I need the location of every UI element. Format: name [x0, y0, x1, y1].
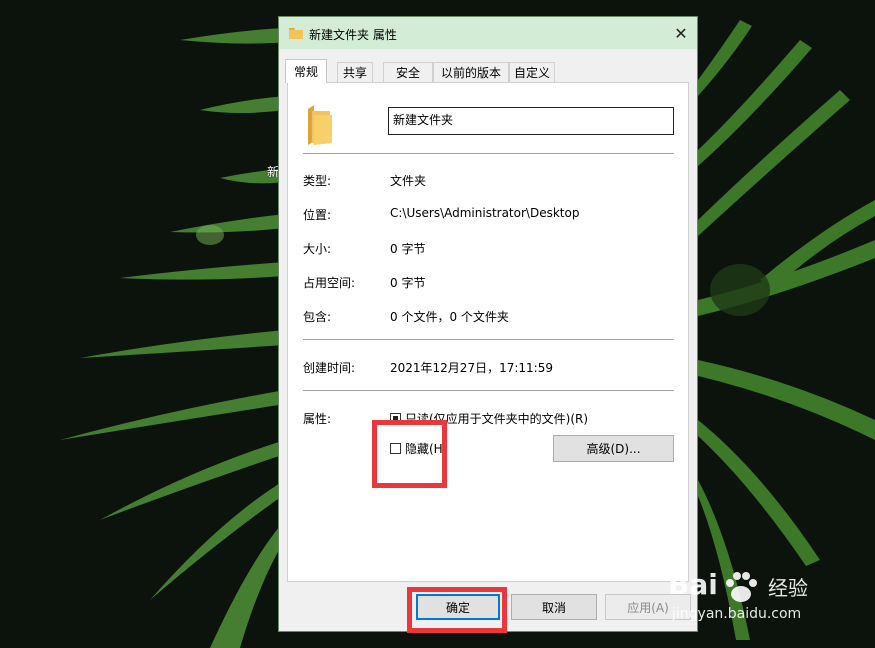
cancel-button[interactable]: 取消 [511, 594, 597, 620]
watermark-url: jingyan.baidu.com [672, 606, 802, 622]
type-value: 文件夹 [390, 174, 427, 188]
location-value: C:\Users\Administrator\Desktop [390, 206, 580, 220]
tab-security[interactable]: 安全 [383, 62, 433, 82]
divider [303, 153, 674, 154]
folder-name-input[interactable]: 新建文件夹 [388, 107, 674, 135]
properties-dialog: 新建文件夹 属性 ✕ 常规 共享 安全 以前的版本 自定义 新建文件夹 类型: … [278, 16, 698, 632]
tab-general[interactable]: 常规 [285, 59, 327, 83]
close-button[interactable]: ✕ [665, 17, 697, 49]
advanced-button[interactable]: 高级(D)... [553, 435, 674, 462]
baidu-watermark: Bai 经验 jingyan.baidu.com [668, 568, 868, 628]
folder-large-icon [308, 105, 332, 145]
created-value: 2021年12月27日，17:11:59 [390, 361, 553, 375]
created-label: 创建时间: [303, 361, 356, 375]
apply-button-label: 应用(A) [627, 600, 669, 615]
contains-label: 包含: [303, 310, 332, 324]
tab-sharing[interactable]: 共享 [337, 62, 373, 82]
size-value: 0 字节 [390, 242, 426, 256]
close-icon: ✕ [674, 23, 688, 43]
divider [303, 390, 674, 391]
folder-icon [289, 28, 303, 39]
cancel-button-label: 取消 [541, 600, 566, 615]
watermark-brand: Bai [668, 568, 718, 601]
attributes-label: 属性: [303, 412, 332, 426]
tab-label: 共享 [342, 66, 367, 80]
title-bar[interactable]: 新建文件夹 属性 ✕ [279, 17, 697, 49]
tab-label: 常规 [293, 65, 318, 79]
paw-icon [726, 572, 757, 602]
general-panel: 新建文件夹 类型: 文件夹 位置: C:\Users\Administrator… [287, 82, 689, 582]
contains-value: 0 个文件，0 个文件夹 [390, 310, 509, 324]
size-label: 大小: [303, 242, 332, 256]
size-on-disk-label: 占用空间: [303, 276, 356, 290]
advanced-button-label: 高级(D)... [586, 442, 641, 456]
highlight-box-hidden [372, 420, 447, 488]
location-label: 位置: [303, 208, 332, 222]
highlight-box-ok [407, 587, 507, 633]
window-title: 新建文件夹 属性 [309, 28, 397, 42]
tab-previous-versions[interactable]: 以前的版本 [433, 62, 509, 82]
type-label: 类型: [303, 174, 332, 188]
divider [303, 339, 674, 340]
size-on-disk-value: 0 字节 [390, 276, 426, 290]
tab-customize[interactable]: 自定义 [509, 62, 555, 82]
watermark-jingyan: 经验 [768, 576, 808, 600]
tab-label: 自定义 [513, 66, 550, 80]
tab-label: 以前的版本 [440, 66, 501, 80]
tab-label: 安全 [395, 66, 420, 80]
